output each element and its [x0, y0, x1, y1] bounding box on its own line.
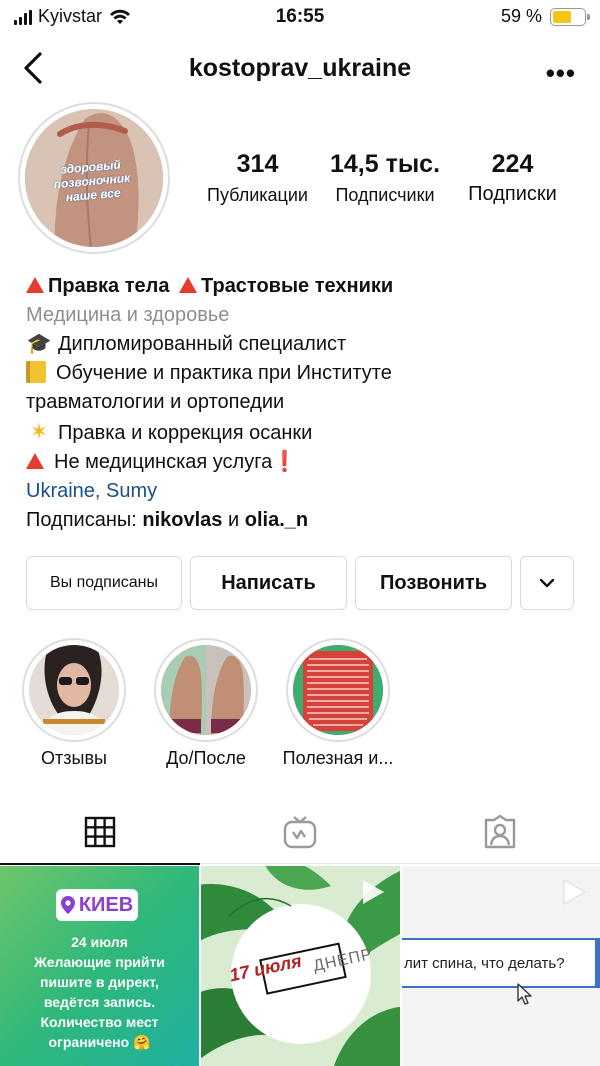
- post-date: 24 июля: [71, 934, 128, 950]
- battery-percent: 59 %: [500, 6, 542, 26]
- graduation-cap-icon: 🎓: [26, 333, 52, 355]
- highlight-before-after[interactable]: До/После: [154, 638, 258, 768]
- more-options-icon[interactable]: •••: [546, 58, 576, 89]
- followers-count[interactable]: 14,5 тыс. Подписчики: [320, 150, 450, 206]
- highlight-useful[interactable]: Полезная и...: [283, 638, 393, 768]
- sparkle-icon: ✶: [29, 419, 49, 444]
- bio-line: Не медицинская услуга❗: [26, 448, 586, 477]
- notebook-icon: [26, 361, 46, 383]
- avatar-caption: здоровый позвоночник наше все: [53, 157, 131, 204]
- post-search-box: лит спина, что делать?: [402, 938, 600, 988]
- cursor-icon: [517, 983, 532, 1005]
- play-icon: [563, 879, 587, 905]
- tab-grid[interactable]: [0, 800, 200, 865]
- profile-name: Правка тела Трастовые техники: [26, 272, 586, 301]
- following-count[interactable]: 224 Подписки: [450, 150, 575, 206]
- call-button[interactable]: Позвонить: [355, 556, 512, 610]
- play-icon: [363, 880, 384, 904]
- post-text-line: пишите в директ,: [40, 974, 159, 990]
- bio-line: 🎓 Дипломированный специалист: [26, 330, 586, 359]
- post-text-line: ограничено 🤗: [48, 1034, 151, 1050]
- following-button[interactable]: Вы подписаны: [26, 556, 182, 610]
- red-triangle-icon: [179, 277, 198, 293]
- red-triangle-icon: [26, 277, 44, 293]
- post-tile[interactable]: 17 июля ДНЕПР: [201, 866, 400, 1066]
- exclamation-icon: ❗: [272, 451, 298, 473]
- post-text-line: ведётся запись.: [43, 994, 156, 1010]
- tab-tagged[interactable]: [400, 800, 600, 864]
- location-link[interactable]: Ukraine, Sumy: [26, 477, 586, 506]
- message-button[interactable]: Написать: [190, 556, 347, 610]
- username-title: kostoprav_ukraine: [188, 54, 412, 82]
- tagged-icon: [484, 814, 516, 849]
- hugging-face-icon: 🤗: [133, 1034, 151, 1050]
- profile-category: Медицина и здоровье: [26, 304, 230, 326]
- status-bar: Kyivstar 16:55 59 %: [0, 0, 600, 36]
- post-text-line: Количество мест: [40, 1014, 159, 1030]
- bio-line: ✶ Правка и коррекция осанки: [26, 417, 586, 448]
- profile-avatar[interactable]: здоровый позвоночник наше все: [18, 102, 170, 254]
- profile-tabs: [0, 800, 600, 865]
- tab-igtv[interactable]: [200, 800, 400, 864]
- grid-icon: [84, 816, 116, 848]
- post-text-line: Желающие прийти: [34, 954, 165, 970]
- bio-line: Обучение и практика при Институте: [26, 359, 586, 388]
- profile-header: kostoprav_ukraine •••: [0, 40, 600, 96]
- suggested-dropdown-button[interactable]: [520, 556, 574, 610]
- post-tile[interactable]: КИЕВ 24 июля Желающие прийти пишите в ди…: [0, 866, 199, 1066]
- active-tab-indicator: [0, 863, 200, 865]
- bio-line: травматологии и ортопедии: [26, 391, 285, 413]
- profile-bio: Правка тела Трастовые техники Медицина и…: [26, 272, 586, 535]
- profile-stats: 314 Публикации 14,5 тыс. Подписчики 224 …: [195, 150, 585, 206]
- posts-count[interactable]: 314 Публикации: [195, 150, 320, 206]
- post-tile[interactable]: лит спина, что делать?: [402, 866, 600, 1066]
- location-badge: КИЕВ: [56, 889, 138, 921]
- battery-icon: [550, 7, 590, 26]
- red-triangle-icon: [26, 453, 44, 469]
- igtv-icon: [283, 816, 317, 849]
- highlight-reviews[interactable]: Отзывы: [22, 638, 126, 768]
- followed-by[interactable]: Подписаны: nikovlas и olia._n: [26, 506, 586, 535]
- location-pin-icon: [60, 896, 75, 914]
- chevron-down-icon: [539, 578, 555, 588]
